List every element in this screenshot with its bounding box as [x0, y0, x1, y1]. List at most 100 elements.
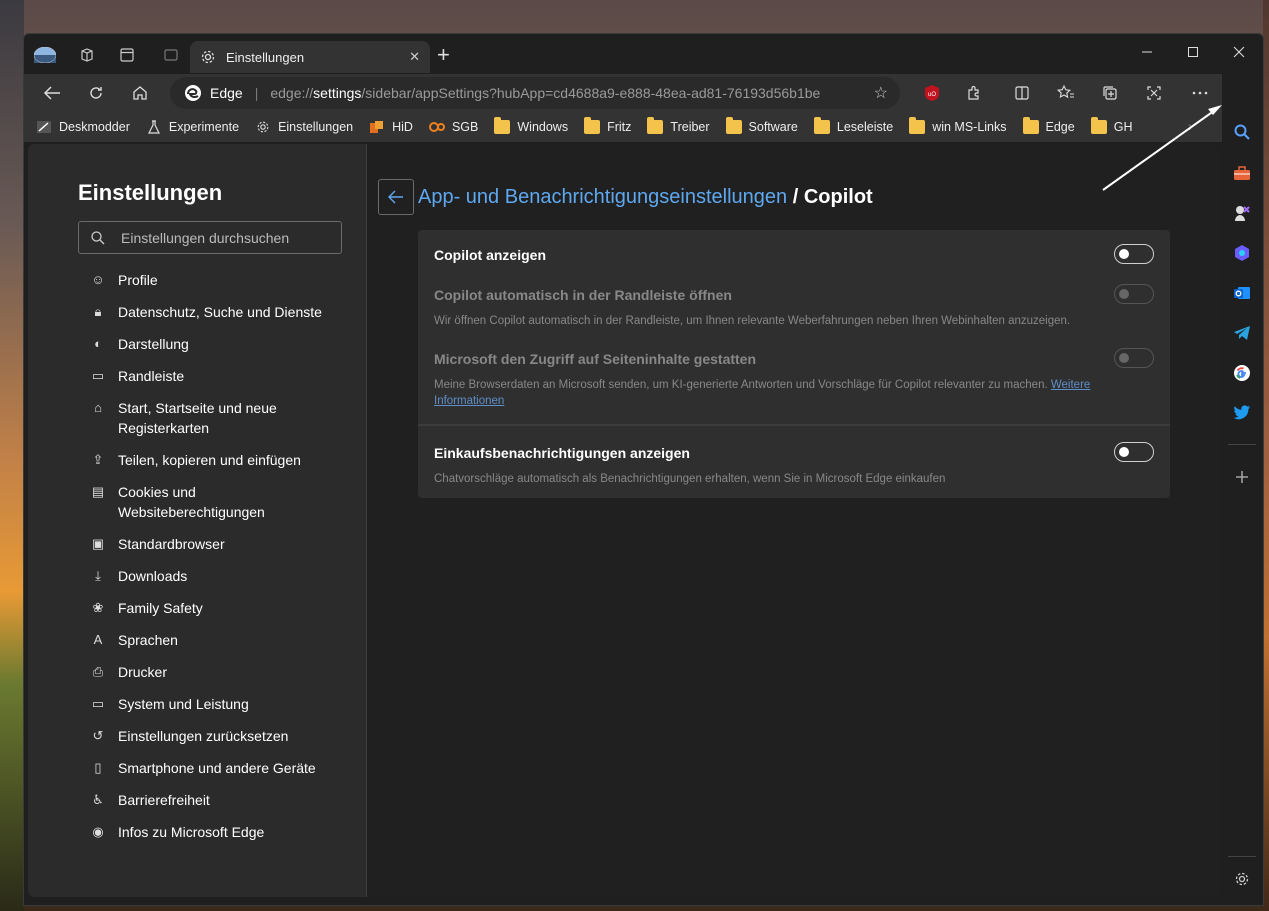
back-arrow-icon [388, 190, 403, 204]
favorites-bar: Deskmodder Experimente Einstellungen HiD… [24, 112, 1263, 142]
google-icon[interactable] [1231, 362, 1253, 384]
sidebar-item-profile[interactable]: ☺ Profile [90, 270, 157, 290]
favorite-star-icon[interactable]: ☆ [874, 83, 888, 103]
search-icon [91, 230, 105, 244]
favorites-icon[interactable] [1052, 80, 1080, 106]
sidebar-item-family[interactable]: ❀ Family Safety [90, 598, 203, 618]
folder-icon [647, 117, 664, 134]
setting-title: Copilot automatisch in der Randleiste öf… [434, 287, 732, 303]
toolbar: Edge | edge://settings/sidebar/appSettin… [24, 74, 1263, 112]
sgb-icon [428, 122, 445, 132]
breadcrumb: App- und Benachrichtigungseinstellungen … [418, 186, 873, 208]
sidebar-item-downloads[interactable]: ⤓ Downloads [90, 566, 187, 586]
sidebar-item-cookies[interactable]: ▤ Cookies und Websiteberechtigungen [90, 482, 265, 522]
bookmark-item[interactable]: Einstellungen [255, 120, 353, 134]
sidebar-item-start[interactable]: ⌂ Start, Startseite und neue Registerkarte… [90, 398, 277, 438]
tab-title: Einstellungen [226, 49, 305, 65]
refresh-button[interactable] [82, 80, 110, 106]
home-button[interactable] [126, 80, 154, 106]
workspaces-icon[interactable] [76, 44, 98, 66]
bookmark-item[interactable]: HiD [369, 120, 413, 134]
add-icon[interactable] [1231, 466, 1253, 488]
search-icon[interactable] [1231, 121, 1253, 143]
toolbox-icon[interactable] [1231, 162, 1253, 184]
svg-text:uO: uO [928, 92, 936, 98]
bookmark-folder[interactable]: Treiber [647, 117, 710, 134]
printer-icon: ⎙ [92, 664, 104, 679]
bookmark-folder[interactable]: Leseleiste [813, 117, 893, 134]
shopping-notifications-toggle[interactable] [1114, 442, 1154, 462]
tab-settings[interactable]: Einstellungen ✕ [190, 41, 430, 73]
learn-more-link[interactable]: Weitere [1051, 379, 1090, 391]
bookmark-item[interactable]: Experimente [146, 120, 239, 134]
tab-actions-icon[interactable] [160, 44, 182, 66]
language-icon: A [93, 632, 103, 647]
settings-icon[interactable] [1231, 868, 1253, 890]
bookmark-folder[interactable]: Windows [494, 117, 568, 134]
sidebar-item-appearance[interactable]: ◐ Darstellung [90, 334, 189, 354]
telegram-icon[interactable] [1231, 322, 1253, 344]
main-content: App- und Benachrichtigungseinstellungen … [368, 144, 1219, 897]
home-icon [133, 86, 147, 100]
sidebar-item-accessibility[interactable]: ♿︎ Barrierefreiheit [90, 790, 210, 810]
laptop-icon: ▭ [91, 696, 105, 711]
tab-close-icon[interactable]: ✕ [409, 49, 420, 65]
breadcrumb-link[interactable]: App- und Benachrichtigungseinstellungen [418, 186, 787, 208]
ublock-extension-icon[interactable]: uO [918, 80, 946, 106]
split-screen-icon[interactable] [1008, 80, 1036, 106]
url-text: edge://settings/sidebar/appSettings?hubA… [270, 85, 821, 101]
vertical-tabs-icon[interactable] [116, 44, 138, 66]
profile-avatar-icon[interactable] [34, 44, 56, 66]
folder-icon [909, 117, 926, 134]
sidebar-item-reset[interactable]: ↺ Einstellungen zurücksetzen [90, 726, 289, 746]
extensions-icon[interactable] [960, 80, 988, 106]
sidebar-item-system[interactable]: ▭ System und Leistung [90, 694, 249, 714]
address-bar[interactable]: Edge | edge://settings/sidebar/appSettin… [170, 77, 900, 109]
sidebar-item-printers[interactable]: ⎙ Drucker [90, 662, 167, 682]
setting-description: Wir öffnen Copilot automatisch in der Ra… [434, 315, 1071, 327]
sidebar-item-privacy[interactable]: 🔒︎ Datenschutz, Suche und Dienste [90, 302, 322, 322]
home-icon: ⌂ [94, 400, 102, 415]
learn-more-link-2[interactable]: Informationen [434, 395, 504, 407]
twitter-icon[interactable] [1231, 402, 1253, 424]
bookmark-folder[interactable]: Edge [1022, 117, 1075, 134]
folder-icon [1022, 117, 1039, 134]
sidebar-icon: ▭ [91, 368, 105, 383]
page-content-access-toggle[interactable] [1114, 348, 1154, 368]
minimize-button[interactable] [1132, 40, 1162, 64]
bookmark-folder[interactable]: Software [725, 117, 798, 134]
back-button[interactable] [38, 80, 66, 106]
bookmark-item[interactable]: SGB [428, 120, 478, 134]
new-tab-button[interactable]: + [437, 44, 450, 66]
browser-icon: ▣ [91, 536, 105, 551]
bookmark-folder[interactable]: win MS-Links [909, 117, 1007, 134]
address-separator: | [254, 85, 259, 101]
settings-search-input[interactable]: Einstellungen durchsuchen [78, 221, 342, 254]
show-copilot-toggle[interactable] [1114, 244, 1154, 264]
phone-icon: ▯ [94, 760, 102, 775]
refresh-icon [90, 87, 102, 99]
games-icon[interactable] [1231, 202, 1253, 224]
outlook-icon[interactable] [1231, 282, 1253, 304]
bookmark-item[interactable]: Deskmodder [36, 120, 130, 134]
gear-icon [201, 50, 215, 64]
sidebar-divider [1228, 444, 1256, 445]
bookmark-folder[interactable]: Fritz [584, 117, 631, 134]
back-to-apps-button[interactable] [378, 179, 414, 215]
sidebar-item-phone[interactable]: ▯ Smartphone und andere Geräte [90, 758, 315, 778]
sidebar-item-default-browser[interactable]: ▣ Standardbrowser [90, 534, 225, 554]
maximize-button[interactable] [1178, 40, 1208, 64]
sidebar-item-share[interactable]: ⇪ Teilen, kopieren und einfügen [90, 450, 301, 470]
sidebar-item-about[interactable]: ◉ Infos zu Microsoft Edge [90, 822, 264, 842]
close-window-button[interactable] [1224, 40, 1254, 64]
settings-page: Einstellungen Einstellungen durchsuchen … [28, 144, 1219, 897]
sidebar-item-sidebar[interactable]: ▭ Randleiste [90, 366, 184, 386]
auto-open-copilot-toggle[interactable] [1114, 284, 1154, 304]
reset-icon: ↺ [92, 728, 104, 743]
share-icon: ⇪ [92, 452, 104, 467]
sidebar-item-languages[interactable]: A Sprachen [90, 630, 178, 650]
settings-nav: Einstellungen Einstellungen durchsuchen … [28, 144, 367, 897]
copilot-icon[interactable] [1231, 242, 1253, 264]
setting-title: Copilot anzeigen [434, 247, 546, 263]
setting-title: Einkaufsbenachrichtigungen anzeigen [434, 445, 690, 461]
